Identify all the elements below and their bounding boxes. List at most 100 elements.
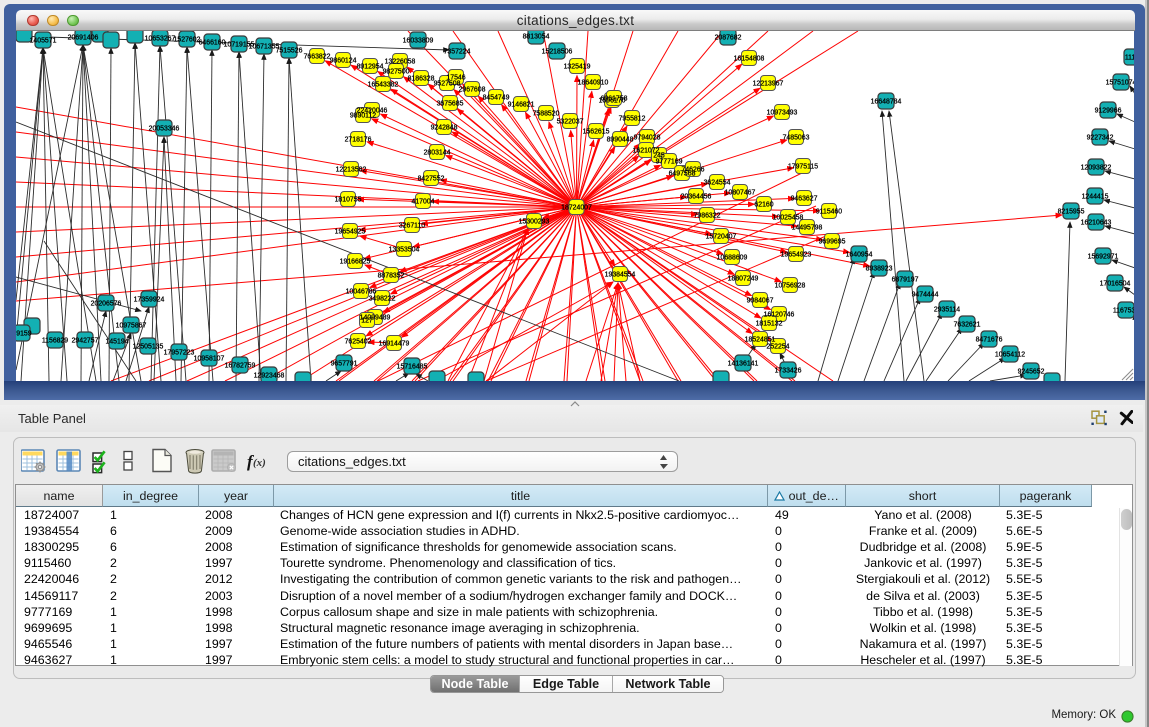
svg-text:9657791: 9657791 — [331, 361, 358, 368]
svg-text:1112: 1112 — [1125, 55, 1134, 62]
svg-text:17546: 17546 — [446, 75, 465, 82]
svg-text:5322037: 5322037 — [557, 119, 584, 126]
svg-text:39159: 39159 — [16, 331, 32, 338]
svg-text:16033809: 16033809 — [403, 38, 434, 45]
svg-text:9115460: 9115460 — [816, 209, 842, 216]
svg-text:18724007: 18724007 — [561, 205, 592, 212]
svg-text:8427552: 8427552 — [418, 176, 445, 183]
svg-text:18807249: 18807249 — [728, 276, 759, 283]
svg-text:9146821: 9146821 — [508, 102, 535, 109]
svg-text:18524851: 18524851 — [745, 337, 776, 344]
svg-text:3624554: 3624554 — [704, 180, 731, 187]
svg-text:20206576: 20206576 — [91, 301, 122, 308]
svg-text:7357224: 7357224 — [444, 49, 471, 56]
svg-text:6879197: 6879197 — [892, 277, 919, 284]
svg-text:7986322: 7986322 — [694, 213, 721, 220]
svg-text:19166825: 19166825 — [340, 259, 371, 266]
svg-text:9474444: 9474444 — [912, 292, 939, 299]
svg-text:13353504: 13353504 — [389, 247, 420, 254]
svg-text:8471676: 8471676 — [976, 337, 1003, 344]
svg-text:16648784: 16648784 — [871, 99, 902, 106]
svg-text:20364456: 20364456 — [681, 194, 712, 201]
svg-text:252254: 252254 — [767, 344, 790, 351]
svg-text:7955812: 7955812 — [619, 116, 646, 123]
svg-text:16782759: 16782759 — [225, 363, 256, 370]
svg-text:1810755: 1810755 — [335, 197, 362, 204]
svg-text:15716485: 15716485 — [397, 364, 428, 371]
svg-text:9084067: 9084067 — [747, 298, 774, 305]
svg-text:12093822: 12093822 — [1081, 165, 1112, 172]
svg-text:3498222: 3498222 — [369, 296, 396, 303]
svg-text:8878352: 8878352 — [378, 273, 405, 280]
svg-text:10958107: 10958107 — [194, 356, 225, 363]
svg-text:16914479: 16914479 — [379, 341, 410, 348]
svg-text:10688609: 10688609 — [717, 255, 748, 262]
svg-text:15720407: 15720407 — [706, 234, 737, 241]
svg-text:17957223: 17957223 — [164, 350, 195, 357]
svg-text:9463627: 9463627 — [791, 196, 818, 203]
svg-text:10756928: 10756928 — [775, 283, 806, 290]
svg-text:18640910: 18640910 — [578, 80, 609, 87]
svg-text:1167533: 1167533 — [1113, 308, 1134, 315]
svg-text:19384554: 19384554 — [605, 272, 636, 279]
svg-text:1733426: 1733426 — [775, 368, 802, 375]
svg-text:10807467: 10807467 — [725, 190, 756, 197]
svg-text:9129966: 9129966 — [1095, 108, 1122, 115]
svg-text:10046786: 10046786 — [346, 289, 377, 296]
svg-text:13226058: 13226058 — [385, 59, 416, 66]
svg-text:9827500: 9827500 — [383, 69, 410, 76]
svg-text:16154808: 16154808 — [734, 56, 765, 63]
svg-text:8215955: 8215955 — [1058, 209, 1085, 216]
svg-text:17975115: 17975115 — [788, 164, 818, 171]
svg-text:12505135: 12505135 — [133, 344, 164, 351]
svg-text:16543382: 16543382 — [368, 82, 399, 89]
svg-text:3675685: 3675685 — [437, 101, 464, 108]
svg-text:9699695: 9699695 — [819, 239, 846, 246]
svg-text:1562615: 1562615 — [583, 129, 610, 136]
svg-text:10975867: 10975867 — [116, 323, 147, 330]
svg-text:2803144: 2803144 — [424, 150, 451, 157]
svg-text:9227342: 9227342 — [1087, 135, 1114, 142]
svg-text:15218506: 15218506 — [542, 49, 573, 56]
svg-text:15751074: 15751074 — [1106, 80, 1134, 87]
svg-text:17359924: 17359924 — [134, 297, 165, 304]
svg-text:14136141: 14136141 — [728, 361, 759, 368]
svg-text:10025458: 10025458 — [773, 215, 804, 222]
svg-text:1815132: 1815132 — [756, 321, 783, 328]
svg-text:19654925: 19654925 — [335, 229, 366, 236]
svg-text:7663822: 7663822 — [304, 54, 331, 61]
svg-text:9890112: 9890112 — [350, 113, 376, 120]
svg-text:6961758: 6961758 — [601, 96, 628, 103]
svg-text:9777169: 9777169 — [656, 159, 683, 166]
svg-text:2087682: 2087682 — [715, 35, 742, 42]
svg-text:8938923: 8938923 — [866, 266, 893, 273]
svg-text:7588520: 7588520 — [533, 111, 560, 118]
svg-text:9860124: 9860124 — [330, 58, 357, 65]
svg-text:8990448: 8990448 — [607, 137, 634, 144]
svg-text:10654112: 10654112 — [995, 352, 1025, 359]
svg-text:9527508: 9527508 — [434, 81, 461, 88]
svg-text:1244415: 1244415 — [1082, 194, 1109, 201]
svg-text:10973493: 10973493 — [767, 110, 798, 117]
svg-text:2935114: 2935114 — [934, 307, 960, 314]
svg-text:145194: 145194 — [106, 339, 129, 346]
svg-text:2942757: 2942757 — [72, 338, 99, 345]
svg-text:7625402: 7625402 — [345, 339, 372, 346]
svg-text:2718176: 2718176 — [345, 137, 372, 144]
svg-text:19654923: 19654923 — [781, 252, 812, 259]
svg-text:20053346: 20053346 — [149, 126, 180, 133]
svg-text:12213582: 12213582 — [336, 167, 367, 174]
svg-text:8813054: 8813054 — [523, 34, 550, 41]
svg-text:16120746: 16120746 — [764, 312, 795, 319]
svg-text:12213967: 12213967 — [753, 81, 784, 88]
svg-text:8186328: 8186328 — [408, 76, 435, 83]
svg-text:7515526: 7515526 — [276, 48, 303, 55]
svg-text:1156829: 1156829 — [42, 338, 68, 345]
svg-text:10653267: 10653267 — [145, 36, 176, 43]
svg-text:3267110: 3267110 — [399, 223, 425, 230]
svg-text:127: 127 — [361, 318, 373, 325]
svg-text:62160: 62160 — [754, 202, 773, 209]
svg-text:17016504: 17016504 — [1100, 281, 1131, 288]
svg-text:9245652: 9245652 — [1018, 369, 1045, 376]
svg-text:16210643: 16210643 — [1081, 220, 1112, 227]
